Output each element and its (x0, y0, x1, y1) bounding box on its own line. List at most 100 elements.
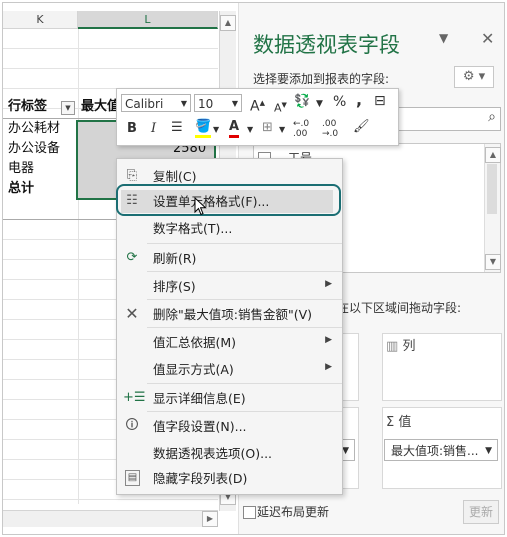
scroll-down-icon[interactable]: ▼ (485, 254, 501, 270)
row-label-cell[interactable]: 办公耗材 (8, 119, 60, 139)
chevron-down-icon[interactable]: ▼ (247, 122, 253, 138)
menu-item-delete-field[interactable]: ✕ 删除"最大值项:销售金额"(V) (117, 301, 342, 328)
update-button[interactable]: 更新 (463, 500, 499, 524)
submenu-arrow-icon: ▶ (325, 362, 332, 372)
menu-label: 刷新(R) (153, 251, 197, 266)
scroll-up-icon[interactable]: ▲ (485, 147, 501, 163)
menu-label: 删除"最大值项:销售金额"(V) (153, 307, 313, 322)
scroll-right-icon[interactable]: ▶ (202, 511, 218, 527)
columns-area-header: ▥ 列 (386, 335, 415, 354)
menu-label: 复制(C) (153, 169, 197, 184)
gear-icon[interactable]: ⚙ ▾ (454, 66, 494, 88)
search-icon: ⌕ (488, 109, 496, 125)
menu-item-refresh[interactable]: ⟳ 刷新(R) (117, 245, 342, 272)
value-field-chip[interactable]: 最大值项:销售... ▼ (384, 439, 498, 461)
chevron-down-icon[interactable]: ▼ (213, 122, 219, 138)
menu-item-show-details[interactable]: +☰ 显示详细信息(E) (117, 385, 342, 412)
areas-label: 在以下区域间拖动字段: (337, 301, 462, 315)
values-label: 值 (398, 415, 412, 430)
value-field-settings-icon: 🛈 (125, 418, 139, 433)
align-center-icon[interactable]: ☰ (171, 120, 183, 136)
mouse-cursor-icon (194, 197, 207, 216)
value-header[interactable]: 最大值 (81, 97, 120, 117)
format-painter-icon[interactable]: 🖌 (353, 119, 370, 135)
increase-decimal-button[interactable]: ←.0 .00 (293, 119, 319, 139)
grow-font-button[interactable]: A▲ (250, 95, 265, 115)
borders-icon[interactable]: ⊞ (262, 120, 273, 136)
menu-label: 隐藏字段列表(D) (153, 471, 248, 486)
row-label-cell[interactable]: 电器 (8, 159, 34, 179)
mini-toolbar: Calibri ▼ 10 ▼ A▲ A▼ 💱 ▼ % , ⊟ B I ☰ 🪣 ▼… (116, 88, 399, 146)
menu-separator (147, 271, 342, 272)
menu-separator (147, 383, 342, 384)
columns-label: 列 (402, 339, 416, 354)
percent-button[interactable]: % (333, 94, 346, 110)
submenu-arrow-icon: ▶ (325, 335, 332, 345)
comma-button[interactable]: , (356, 92, 362, 108)
menu-separator (147, 411, 342, 412)
font-name-dropdown[interactable]: Calibri ▼ (121, 94, 191, 112)
menu-label: 显示详细信息(E) (153, 391, 246, 406)
menu-label: 排序(S) (153, 279, 196, 294)
menu-label: 值显示方式(A) (153, 362, 234, 377)
defer-update-label: 延迟布局更新 (257, 505, 330, 519)
row-label-cell[interactable]: 办公设备 (8, 139, 60, 159)
menu-separator (147, 299, 342, 300)
field-list-scrollbar[interactable]: ▲ ▼ (484, 144, 501, 272)
chevron-down-icon: ▼ (231, 99, 238, 108)
filter-dropdown-icon[interactable]: ▼ (61, 101, 75, 115)
menu-item-pivot-options[interactable]: 数据透视表选项(O)... (117, 440, 342, 467)
value-chip-label: 最大值项:销售... (391, 444, 479, 458)
font-color-button[interactable]: A (229, 119, 240, 138)
menu-item-number-format[interactable]: 数字格式(T)... (117, 215, 342, 242)
grid-row (3, 29, 218, 49)
refresh-icon: ⟳ (126, 250, 138, 265)
defer-update-checkbox[interactable] (243, 506, 256, 519)
menu-item-hide-field-list[interactable]: ▤ 隐藏字段列表(D) (117, 465, 342, 492)
menu-label: 值汇总依据(M) (153, 335, 237, 350)
menu-item-sort[interactable]: 排序(S) ▶ (117, 273, 342, 300)
close-icon[interactable]: ✕ (481, 29, 494, 48)
menu-label: 值字段设置(N)... (153, 419, 247, 434)
chevron-down-icon[interactable]: ▼ (316, 96, 323, 112)
chevron-down-icon: ▼ (180, 99, 187, 108)
menu-item-value-field-settings[interactable]: 🛈 值字段设置(N)... (117, 413, 342, 440)
grid-row (3, 49, 218, 69)
accounting-format-icon[interactable]: 💱 (294, 94, 310, 110)
values-area-header: Σ 值 (386, 411, 411, 430)
show-details-icon: +☰ (123, 390, 146, 405)
shrink-font-button[interactable]: A▼ (274, 97, 287, 117)
pane-options-icon[interactable]: ▼ (439, 31, 448, 45)
grid-row (3, 69, 218, 89)
copy-icon: ⎘ (126, 168, 138, 183)
bold-button[interactable]: B (127, 121, 137, 137)
font-size-dropdown[interactable]: 10 ▼ (194, 94, 242, 112)
row-label-header[interactable]: 行标签 (8, 97, 47, 117)
sigma-icon: Σ (386, 415, 395, 430)
chevron-down-icon[interactable]: ▼ (485, 440, 492, 462)
delete-x-icon: ✕ (125, 304, 139, 323)
font-size: 10 (198, 97, 214, 111)
menu-item-show-values-as[interactable]: 值显示方式(A) ▶ (117, 356, 342, 383)
column-header-k[interactable]: K (3, 11, 78, 29)
fill-color-icon[interactable]: 🪣 (195, 119, 212, 138)
pane-title: 数据透视表字段 (253, 33, 400, 57)
hide-field-list-icon: ▤ (125, 470, 140, 486)
italic-button[interactable]: I (151, 121, 156, 137)
format-table-icon[interactable]: ⊟ (374, 93, 386, 109)
font-name: Calibri (125, 97, 164, 111)
pane-subtitle: 选择要添加到报表的字段: (253, 72, 390, 86)
decrease-decimal-button[interactable]: .00 →.0 (322, 119, 348, 139)
horizontal-scrollbar[interactable]: ▶ (3, 510, 218, 527)
scroll-thumb[interactable] (487, 164, 497, 214)
menu-separator (147, 243, 342, 244)
menu-label: 数字格式(T)... (153, 221, 233, 236)
total-label[interactable]: 总计 (8, 179, 34, 199)
excel-window: K L 行标签 ▼ 最大值 办公耗材 办公设备 电器 2580 总计 ▶ ▲ ▼… (2, 2, 505, 535)
chevron-down-icon[interactable]: ▼ (279, 122, 285, 138)
menu-item-summarize-by[interactable]: 值汇总依据(M) ▶ (117, 329, 342, 356)
scroll-up-icon[interactable]: ▲ (220, 15, 236, 31)
column-header-l[interactable]: L (78, 11, 218, 29)
chevron-down-icon[interactable]: ▼ (342, 440, 349, 462)
menu-separator (147, 327, 342, 328)
